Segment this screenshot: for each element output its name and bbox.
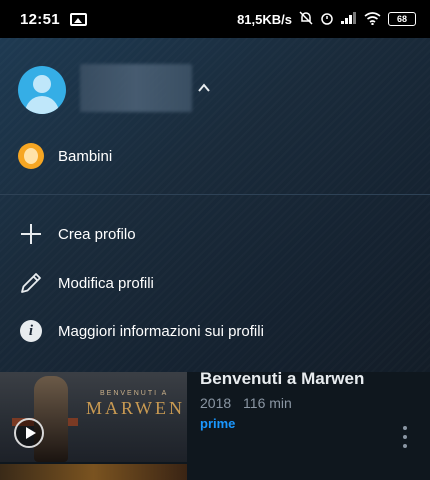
- edit-profiles-label: Modifica profili: [58, 274, 154, 292]
- movie-year: 2018: [200, 395, 232, 411]
- status-bar: 12:51 81,5KB/s 68: [0, 0, 430, 38]
- user-avatar-icon[interactable]: [18, 66, 66, 114]
- signal-icon: [341, 12, 357, 26]
- edit-profiles-button[interactable]: Modifica profili: [0, 263, 430, 303]
- movie-title[interactable]: Benvenuti a Marwen: [200, 369, 364, 389]
- profiles-info-label: Maggiori informazioni sui profili: [58, 322, 264, 340]
- info-icon: i: [18, 318, 44, 344]
- more-options-icon[interactable]: [402, 426, 408, 448]
- network-speed: 81,5KB/s: [237, 11, 292, 27]
- create-profile-label: Crea profilo: [58, 225, 136, 243]
- profile-item-label: Bambini: [58, 147, 113, 165]
- divider: [0, 194, 430, 195]
- movie-thumbnail[interactable]: BENVENUTI A MARWEN: [0, 372, 187, 462]
- alarm-icon: [320, 11, 334, 27]
- profile-name-redacted: [80, 64, 192, 112]
- wifi-icon: [364, 11, 381, 27]
- create-profile-button[interactable]: Crea profilo: [0, 214, 430, 254]
- profiles-info-button[interactable]: i Maggiori informazioni sui profili: [0, 311, 430, 351]
- thumbnail-subtitle: BENVENUTI A: [100, 390, 169, 397]
- prime-badge: prime: [200, 416, 236, 431]
- movie-duration: 116 min: [243, 395, 292, 411]
- thumbnail-figure: [34, 376, 68, 462]
- status-time: 12:51: [20, 10, 60, 28]
- chevron-up-icon[interactable]: [198, 82, 210, 94]
- profile-drawer: Bambini Crea profilo Modifica profili i …: [0, 38, 430, 372]
- profile-item-kids[interactable]: Bambini: [0, 136, 430, 176]
- image-notification-icon: [69, 12, 87, 26]
- play-icon[interactable]: [14, 418, 44, 448]
- movie-meta: 2018 116 min: [200, 395, 300, 411]
- mute-icon: [299, 11, 313, 27]
- kid-profile-icon: [18, 143, 44, 169]
- battery-icon: 68: [388, 12, 416, 26]
- movie-thumbnail-next[interactable]: [0, 464, 187, 480]
- pencil-icon: [18, 270, 44, 296]
- thumbnail-title: MARWEN: [86, 398, 185, 418]
- plus-icon: [18, 221, 44, 247]
